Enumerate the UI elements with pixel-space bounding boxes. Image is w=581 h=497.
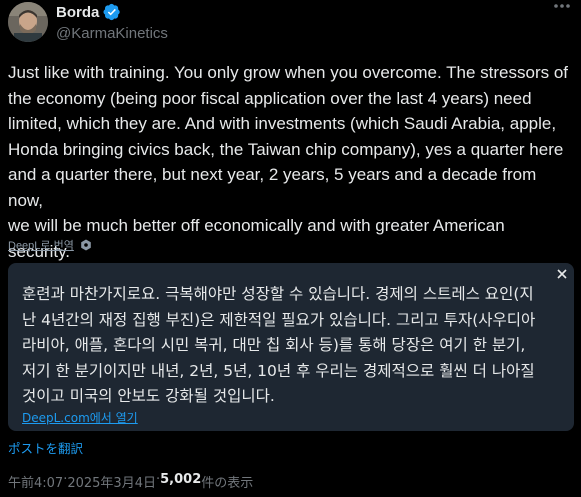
handle[interactable]: @KarmaKinetics <box>56 25 168 42</box>
deepl-gear-icon[interactable] <box>80 239 92 251</box>
more-dots <box>554 4 570 8</box>
post-header: Borda @KarmaKinetics <box>0 0 581 50</box>
post-time[interactable]: 午前4:07 <box>8 472 63 491</box>
deepl-translate-row: DeepL로 번역 <box>8 237 92 253</box>
name-row: Borda <box>56 3 121 21</box>
translation-text: 훈련과 마찬가지로요. 극복해야만 성장할 수 있습니다. 경제의 스트레스 요… <box>22 285 536 405</box>
translate-post-link[interactable]: ポストを翻訳 <box>8 438 83 457</box>
avatar[interactable] <box>8 2 48 42</box>
post-date[interactable]: 2025年3月4日 <box>67 472 156 491</box>
post-text: Just like with training. You only grow w… <box>8 63 569 261</box>
close-icon-glyph <box>557 269 567 279</box>
views-label: 件の表示 <box>201 476 254 491</box>
views-count: 5,002 <box>160 472 202 487</box>
deepl-translate-link[interactable]: DeepL로 번역 <box>8 237 74 253</box>
translation-box: 훈련과 마찬가지로요. 극복해야만 성장할 수 있습니다. 경제의 스트레스 요… <box>8 263 574 431</box>
open-in-deepl-link[interactable]: DeepL.com에서 열기 <box>22 409 138 426</box>
avatar-image <box>8 2 48 42</box>
verified-badge-icon[interactable] <box>103 3 121 21</box>
display-name[interactable]: Borda <box>56 4 99 21</box>
post-meta: 午前4:07 · 2025年3月4日 · 5,002 件の表示 <box>8 472 253 491</box>
more-icon[interactable] <box>550 0 574 20</box>
